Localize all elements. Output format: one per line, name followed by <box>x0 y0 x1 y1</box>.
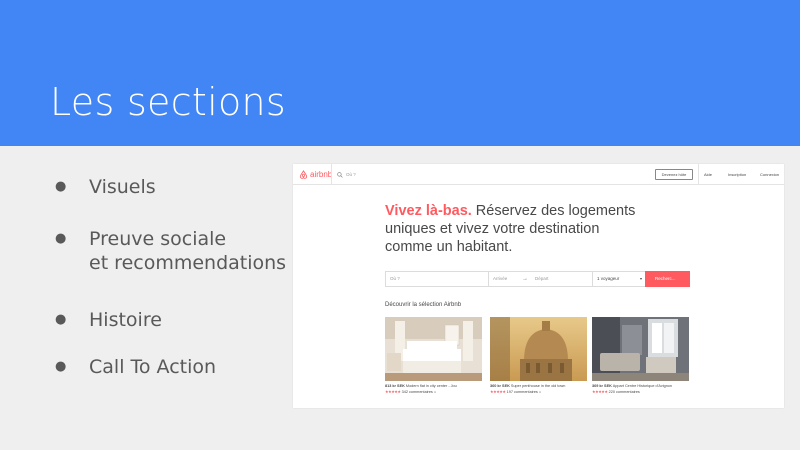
listing-rating: ★★★★★ 197 commentaires ⌂ <box>490 389 587 394</box>
guests-select[interactable]: 1 voyageur ▾ <box>593 272 645 286</box>
guests-value: 1 voyageur <box>597 276 620 281</box>
listing-card[interactable]: 813 kr SEK Modern flat in city center - … <box>385 317 482 394</box>
bullet-marker: ● <box>55 179 67 194</box>
arrow-right-icon: → <box>522 276 528 282</box>
listing-name: Super penthouse in the old town <box>510 384 566 388</box>
star-rating-icon: ★★★★★ <box>385 390 401 394</box>
listing-title: 369 kr SEK Appart Centre Historique d'Av… <box>592 384 689 388</box>
listing-price: 369 kr SEK <box>592 384 612 388</box>
airbnb-screenshot: airbnb Où ? Devenez hôte Aide Inscriptio… <box>293 164 784 408</box>
listing-card[interactable]: 360 kr SEK Super penthouse in the old to… <box>490 317 587 394</box>
checkin-input[interactable]: Arrivée <box>489 272 520 286</box>
slide-title: Les sections <box>50 80 287 124</box>
checkout-input[interactable]: Départ <box>531 272 593 286</box>
bullet-text: Histoire <box>89 309 162 331</box>
bullet-item: ● Preuve sociale et recommendations <box>55 227 289 275</box>
where-input[interactable]: Où ? <box>386 272 489 286</box>
chevron-down-icon: ▾ <box>639 276 642 281</box>
bullet-text: Visuels <box>89 176 156 198</box>
listing-title: 813 kr SEK Modern flat in city center - … <box>385 384 482 388</box>
bullet-item: ● Visuels <box>55 175 289 199</box>
search-button[interactable]: Recherc... <box>645 271 690 287</box>
listing-photo <box>385 317 482 381</box>
listing-name: Modern flat in city center - Jou <box>405 384 457 388</box>
listing-reviews: 220 commentaires <box>608 390 640 394</box>
bullet-marker: ● <box>55 359 67 374</box>
listing-price: 813 kr SEK <box>385 384 405 388</box>
nav-search-placeholder: Où ? <box>346 172 356 177</box>
bullet-text: Call To Action <box>89 356 217 378</box>
star-rating-icon: ★★★★★ <box>490 390 506 394</box>
house-icon: ⌂ <box>433 390 437 394</box>
nav-divider <box>698 164 699 185</box>
section-title: Découvrir la sélection Airbnb <box>385 302 462 308</box>
listing-title: 360 kr SEK Super penthouse in the old to… <box>490 384 587 388</box>
listing-name: Appart Centre Historique d'Avignon <box>612 384 673 388</box>
nav-link-login[interactable]: Connexion <box>760 172 779 177</box>
search-icon <box>337 171 343 178</box>
listing-card[interactable]: 369 kr SEK Appart Centre Historique d'Av… <box>592 317 689 394</box>
house-icon: ⌂ <box>538 390 542 394</box>
bullet-item: ● Histoire <box>55 308 289 332</box>
airbnb-navbar: airbnb Où ? Devenez hôte Aide Inscriptio… <box>293 164 784 185</box>
listing-reviews: 342 commentaires <box>401 390 433 394</box>
listing-rating: ★★★★★ 220 commentaires <box>592 389 689 394</box>
listing-reviews: 197 commentaires <box>506 390 538 394</box>
listing-photo <box>490 317 587 381</box>
become-host-button[interactable]: Devenez hôte <box>655 169 693 180</box>
bullet-text: Preuve sociale et recommendations <box>89 227 289 275</box>
bullet-text-line: Preuve sociale <box>89 228 227 250</box>
listing-photo <box>592 317 689 381</box>
bullet-item: ● Call To Action <box>55 355 289 379</box>
airbnb-logo[interactable]: airbnb <box>299 170 332 179</box>
hero-headline: Vivez là-bas. Réservez des logements uni… <box>385 202 645 256</box>
bullet-text-line: et recommendations <box>89 252 287 274</box>
hero-accent: Vivez là-bas. <box>385 203 472 219</box>
search-bar: Où ? Arrivée → Départ 1 voyageur ▾ Reche… <box>385 271 690 287</box>
nav-search-input[interactable]: Où ? <box>331 164 391 185</box>
bullet-marker: ● <box>55 231 67 246</box>
airbnb-logo-text: airbnb <box>310 170 333 179</box>
listing-price: 360 kr SEK <box>490 384 510 388</box>
slide-header <box>0 0 800 146</box>
listing-rating: ★★★★★ 342 commentaires ⌂ <box>385 389 482 394</box>
nav-link-help[interactable]: Aide <box>704 172 712 177</box>
star-rating-icon: ★★★★★ <box>592 390 608 394</box>
nav-link-signup[interactable]: Inscription <box>728 172 746 177</box>
bullet-marker: ● <box>55 312 67 327</box>
airbnb-logo-icon <box>299 170 308 179</box>
